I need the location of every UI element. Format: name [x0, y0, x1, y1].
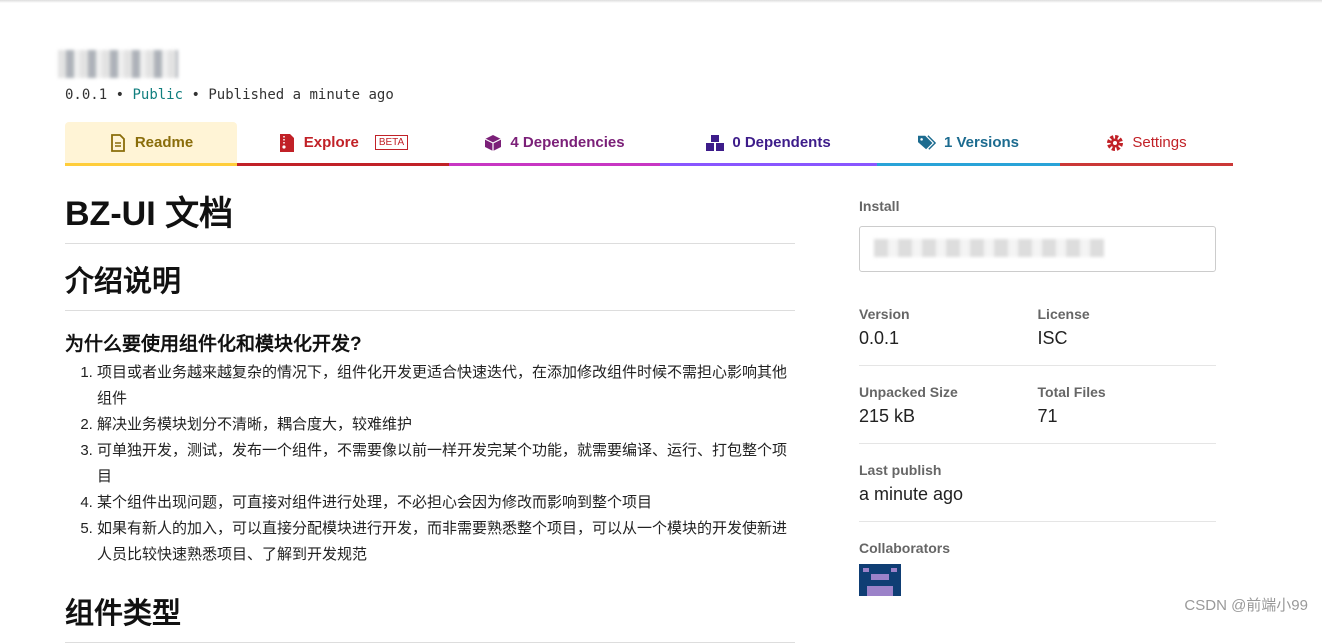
- heading-intro: 介绍说明: [65, 244, 795, 311]
- package-name-blurred: [58, 50, 178, 78]
- version-label: Version: [859, 306, 910, 322]
- list-item: 项目或者业务越来越复杂的情况下，组件化开发更适合快速迭代，在添加修改组件时候不需…: [97, 360, 795, 412]
- meta-version: 0.0.1: [65, 87, 108, 103]
- readme-title: BZ-UI 文档: [65, 180, 795, 244]
- gear-icon: [1107, 134, 1124, 151]
- reasons-list: 项目或者业务越来越复杂的情况下，组件化开发更适合快速迭代，在添加修改组件时候不需…: [97, 360, 795, 568]
- package-tabs: Readme Explore BETA 4 Dependencies 0 Depe…: [65, 122, 1233, 166]
- install-command-field[interactable]: [859, 226, 1216, 272]
- tab-dependents[interactable]: 0 Dependents: [660, 122, 877, 166]
- tab-settings[interactable]: Settings: [1060, 122, 1233, 166]
- tab-readme[interactable]: Readme: [65, 122, 237, 166]
- license-value: ISC: [1037, 328, 1068, 348]
- list-item: 某个组件出现问题，可直接对组件进行处理，不必担心会因为修改而影响到整个项目: [97, 490, 795, 516]
- install-command-blurred: [874, 239, 1104, 257]
- sep: •: [191, 87, 200, 103]
- tab-label: 0 Dependents: [732, 134, 831, 151]
- top-shadow: [0, 0, 1322, 3]
- last-publish-value: a minute ago: [859, 484, 964, 504]
- tab-versions[interactable]: 1 Versions: [877, 122, 1060, 166]
- package-meta: 0.0.1 • Public • Published a minute ago: [65, 87, 394, 103]
- tab-label: Readme: [134, 134, 194, 151]
- document-icon: [110, 133, 125, 152]
- cubes-icon: [706, 134, 725, 151]
- watermark: CSDN @前端小99: [1184, 597, 1308, 614]
- size-label: Unpacked Size: [859, 384, 958, 400]
- sidebar: Install Version 0.0.1 License ISC Unpacked…: [859, 198, 1216, 596]
- collaborators-label: Collaborators: [859, 540, 951, 556]
- readme-content: BZ-UI 文档 介绍说明 为什么要使用组件化和模块化开发? 项目或者业务越来越…: [65, 180, 795, 643]
- install-label: Install: [859, 198, 900, 214]
- files-label: Total Files: [1037, 384, 1106, 400]
- tab-dependencies[interactable]: 4 Dependencies: [449, 122, 660, 166]
- license-label: License: [1037, 306, 1090, 322]
- size-value: 215 kB: [859, 406, 916, 426]
- tab-label: Explore: [303, 134, 359, 151]
- collaborator-avatar[interactable]: [859, 564, 901, 596]
- heading-why: 为什么要使用组件化和模块化开发?: [65, 334, 362, 355]
- version-value: 0.0.1: [859, 328, 900, 348]
- box-icon: [485, 134, 502, 151]
- tab-label: 1 Versions: [943, 134, 1020, 151]
- list-item: 解决业务模块划分不清晰，耦合度大，较难维护: [97, 412, 795, 438]
- tab-label: 4 Dependencies: [510, 134, 625, 151]
- last-publish-label: Last publish: [859, 462, 942, 478]
- beta-badge: BETA: [374, 135, 409, 150]
- tags-icon: [917, 134, 936, 150]
- list-item: 如果有新人的加入，可以直接分配模块进行开发，而非需要熟悉整个项目，可以从一个模块…: [97, 516, 795, 568]
- files-value: 71: [1037, 406, 1058, 426]
- sep: •: [115, 87, 125, 103]
- tab-explore[interactable]: Explore BETA: [237, 122, 449, 166]
- tab-label: Settings: [1132, 134, 1187, 151]
- meta-published: Published a minute ago: [208, 87, 394, 103]
- zip-file-icon: [279, 133, 294, 152]
- list-item: 可单独开发，测试，发布一个组件，不需要像以前一样开发完某个功能，就需要编译、运行…: [97, 438, 795, 490]
- heading-types: 组件类型: [65, 576, 795, 643]
- meta-visibility: Public: [132, 87, 184, 103]
